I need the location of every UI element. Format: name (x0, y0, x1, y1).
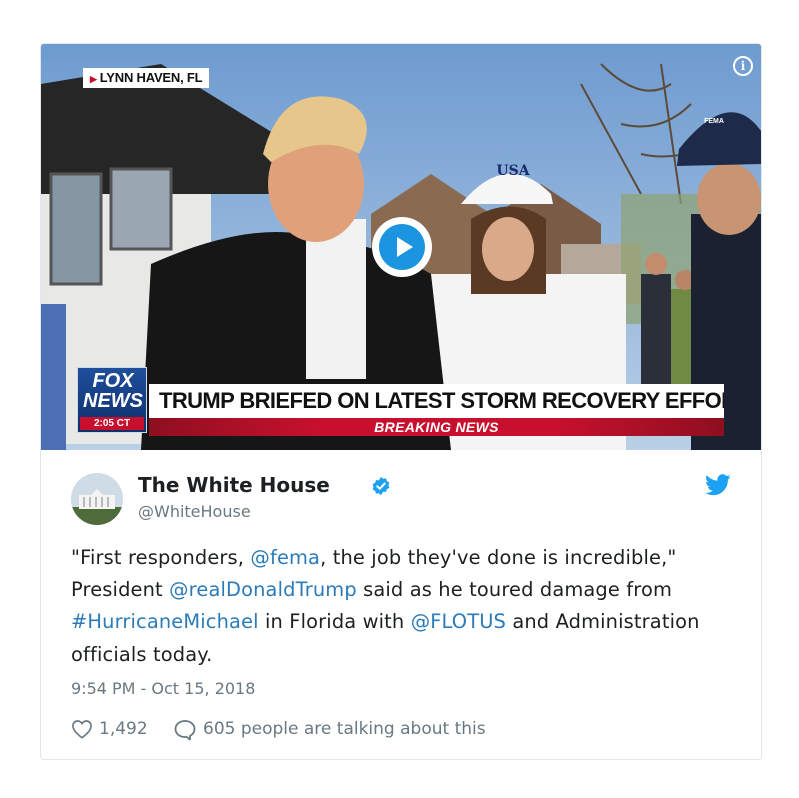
tweet-card: USA FEMA ▶ LYNN HAVEN, FL i FOX NEWS 2:05… (40, 43, 762, 760)
white-house-icon (71, 473, 123, 525)
talking-action[interactable]: 605 people are talking about this (173, 717, 593, 741)
tweet-timestamp[interactable]: 9:54 PM - Oct 15, 2018 (71, 678, 255, 700)
tweet-text-segment: said as he toured damage from (356, 578, 673, 602)
location-tag: ▶ LYNN HAVEN, FL (83, 68, 210, 88)
play-icon (379, 224, 425, 270)
news-network-logo: FOX NEWS 2:05 CT (77, 367, 147, 433)
like-count: 1,492 (99, 719, 148, 739)
cap-text: USA (496, 163, 530, 179)
play-triangle-icon: ▶ (90, 74, 97, 84)
play-button[interactable] (372, 217, 432, 277)
tweet-text: "First responders, @fema, the job they'v… (71, 542, 741, 671)
location-label: LYNN HAVEN, FL (99, 70, 203, 85)
fema-cap-text: FEMA (704, 118, 724, 125)
verified-badge-icon (372, 476, 390, 496)
breaking-news-bar: BREAKING NEWS (149, 418, 724, 436)
video-player[interactable]: USA FEMA ▶ LYNN HAVEN, FL i FOX NEWS 2:05… (41, 44, 761, 450)
speech-bubble-icon (174, 720, 196, 741)
avatar[interactable] (71, 473, 123, 525)
tweet-text-segment: "First responders, (71, 546, 251, 569)
talking-count: 605 people are talking about this (203, 719, 486, 739)
news-headline: TRUMP BRIEFED ON LATEST STORM RECOVERY E… (149, 384, 724, 418)
mention-flotus-link[interactable]: @FLOTUS (411, 610, 506, 633)
network-time: 2:05 CT (80, 417, 144, 430)
mention-fema-link[interactable]: @fema (250, 546, 320, 569)
info-icon[interactable]: i (733, 56, 753, 76)
network-logo-top: FOX (92, 370, 134, 392)
network-logo-bottom: NEWS (83, 390, 143, 412)
tweet-text-segment: in Florida with (258, 610, 411, 634)
mention-realdonaldtrump-link[interactable]: @realDonaldTrump (169, 578, 357, 601)
author-handle[interactable]: @WhiteHouse (138, 501, 251, 523)
like-action[interactable]: 1,492 (71, 717, 163, 741)
hashtag-hurricanemichael-link[interactable]: #HurricaneMichael (71, 610, 259, 633)
heart-icon (72, 720, 92, 739)
author-name[interactable]: The White House (138, 473, 330, 497)
twitter-bird-icon[interactable] (705, 474, 731, 496)
